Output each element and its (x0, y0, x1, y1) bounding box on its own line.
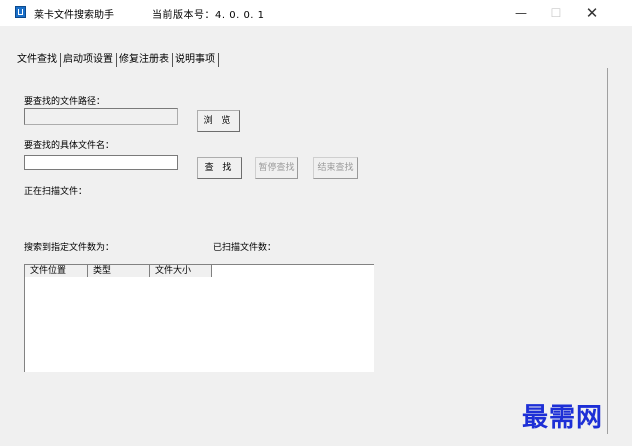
tab-instructions[interactable]: 说明事项 (173, 53, 219, 67)
app-icon (15, 6, 26, 18)
minimize-button[interactable]: — (506, 0, 536, 26)
scanned-count-label: 已扫描文件数： (213, 243, 277, 253)
results-list[interactable]: 文件位置 类型 文件大小 (24, 264, 374, 372)
column-header-type[interactable]: 类型 (88, 265, 150, 277)
column-header-size[interactable]: 文件大小 (150, 265, 212, 277)
close-button[interactable]: ✕ (577, 0, 607, 26)
watermark-logo: 最需网 (522, 403, 604, 433)
results-list-header: 文件位置 类型 文件大小 (25, 265, 212, 277)
stop-search-button[interactable]: 结束查找 (313, 157, 358, 179)
filename-input[interactable] (24, 155, 178, 170)
browse-button[interactable]: 浏 览 (197, 110, 240, 132)
scanning-label: 正在扫描文件： (24, 187, 88, 197)
tab-startup-settings[interactable]: 启动项设置 (61, 53, 117, 67)
column-header-location[interactable]: 文件位置 (25, 265, 88, 277)
tab-file-search[interactable]: 文件查找 (17, 53, 61, 67)
version-label: 当前版本号：4. 0. 0. 1 (152, 10, 265, 21)
panel-border (607, 68, 608, 434)
title-bar: 莱卡文件搜索助手 当前版本号：4. 0. 0. 1 — ☐ ✕ (0, 0, 632, 26)
filename-label: 要查找的具体文件名： (24, 141, 115, 151)
tab-repair-registry[interactable]: 修复注册表 (117, 53, 173, 67)
tab-bar: 文件查找 启动项设置 修复注册表 说明事项 (17, 53, 219, 67)
found-count-label: 搜索到指定文件数为： (24, 243, 115, 253)
window-title: 莱卡文件搜索助手 (34, 10, 114, 21)
maximize-button[interactable]: ☐ (541, 0, 571, 26)
pause-search-button[interactable]: 暂停查找 (255, 157, 298, 179)
path-input[interactable] (24, 108, 178, 125)
find-button[interactable]: 查 找 (197, 157, 242, 179)
path-label: 要查找的文件路径： (24, 97, 106, 107)
